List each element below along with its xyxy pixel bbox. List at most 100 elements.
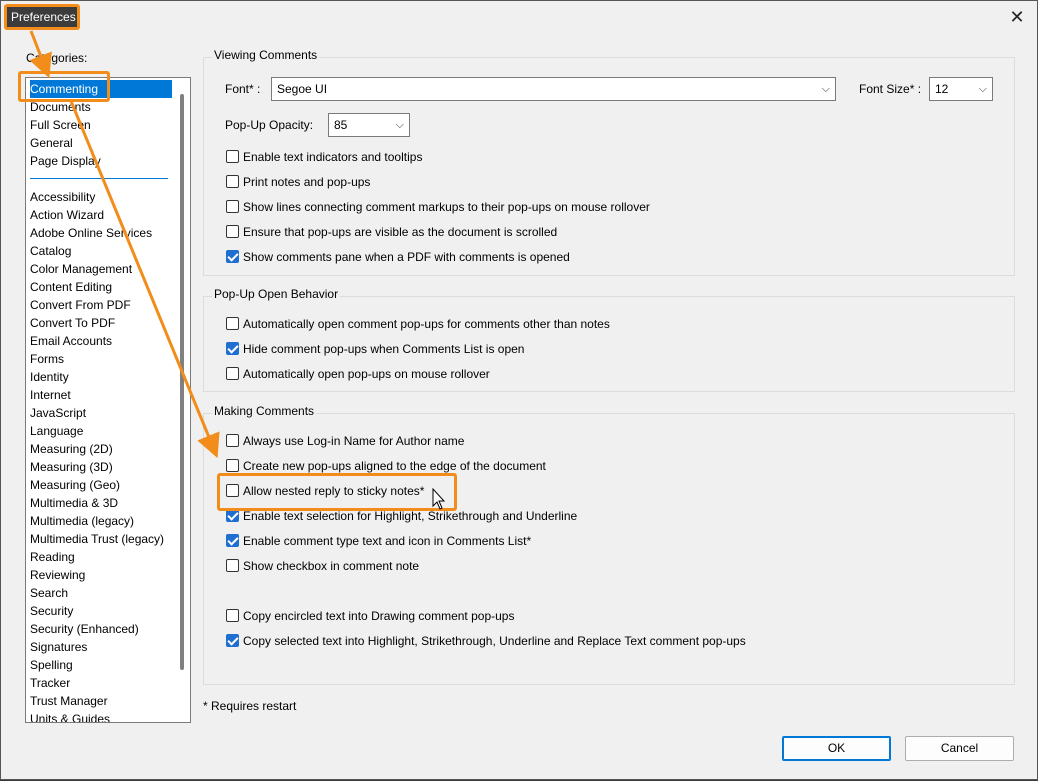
categories-scrollbar[interactable] [180, 94, 184, 670]
opacity-select[interactable]: 85 ⌵ [328, 113, 410, 137]
category-item[interactable]: General [30, 134, 73, 152]
ok-button[interactable]: OK [782, 736, 891, 761]
category-item[interactable]: Convert To PDF [30, 314, 115, 332]
category-item[interactable]: Internet [30, 386, 71, 404]
checkbox-option[interactable]: Show lines connecting comment markups to… [226, 199, 650, 215]
checkbox-option[interactable]: Show comments pane when a PDF with comme… [226, 249, 570, 265]
category-item[interactable]: Email Accounts [30, 332, 112, 350]
category-item[interactable]: Reading [30, 548, 75, 566]
checkbox[interactable] [226, 200, 239, 213]
checkbox[interactable] [226, 250, 239, 263]
checkbox-option[interactable]: Hide comment pop-ups when Comments List … [226, 341, 524, 357]
checkbox[interactable] [226, 367, 239, 380]
opacity-label: Pop-Up Opacity: [225, 118, 314, 132]
checkbox[interactable] [226, 225, 239, 238]
category-item[interactable]: Page Display [30, 152, 101, 170]
checkbox-label: Print notes and pop-ups [243, 175, 371, 189]
font-label: Font* : [225, 82, 261, 96]
cancel-button[interactable]: Cancel [905, 736, 1014, 761]
category-item[interactable]: Security (Enhanced) [30, 620, 139, 638]
category-item[interactable]: Convert From PDF [30, 296, 131, 314]
font-size-select[interactable]: 12 ⌵ [929, 77, 993, 101]
checkbox-label: Show comments pane when a PDF with comme… [243, 250, 570, 264]
checkbox[interactable] [226, 534, 239, 547]
category-item[interactable]: Reviewing [30, 566, 85, 584]
category-item[interactable]: Identity [30, 368, 69, 386]
viewing-comments-title: Viewing Comments [212, 48, 320, 62]
category-item[interactable]: Adobe Online Services [30, 224, 152, 242]
category-item[interactable]: Multimedia (legacy) [30, 512, 134, 530]
category-item[interactable]: Signatures [30, 638, 87, 656]
checkbox-label: Enable text indicators and tooltips [243, 150, 423, 164]
checkbox-option[interactable]: Automatically open pop-ups on mouse roll… [226, 366, 490, 382]
category-item[interactable]: Multimedia Trust (legacy) [30, 530, 164, 548]
checkbox[interactable] [226, 609, 239, 622]
making-comments-group: Making Comments Always use Log-in Name f… [203, 404, 1015, 685]
checkbox-option[interactable]: Print notes and pop-ups [226, 174, 370, 190]
checkbox-option[interactable]: Copy encircled text into Drawing comment… [226, 608, 514, 624]
category-item[interactable]: Catalog [30, 242, 71, 260]
checkbox-option[interactable]: Show checkbox in comment note [226, 558, 419, 574]
category-item[interactable]: Spelling [30, 656, 73, 674]
categories-divider [30, 178, 168, 179]
checkbox-option[interactable]: Create new pop-ups aligned to the edge o… [226, 458, 546, 474]
chevron-down-icon: ⌵ [395, 119, 404, 131]
category-item[interactable]: Multimedia & 3D [30, 494, 118, 512]
chevron-down-icon: ⌵ [978, 83, 987, 95]
popup-behavior-title: Pop-Up Open Behavior [212, 287, 341, 301]
window-title: Preferences [11, 10, 76, 24]
category-item[interactable]: Search [30, 584, 68, 602]
checkbox[interactable] [226, 342, 239, 355]
checkbox-label: Automatically open comment pop-ups for c… [243, 317, 610, 331]
checkbox-label: Show lines connecting comment markups to… [243, 200, 650, 214]
category-item[interactable]: Color Management [30, 260, 132, 278]
checkbox-label: Enable text selection for Highlight, Str… [243, 509, 578, 523]
category-item[interactable]: Units & Guides [30, 710, 110, 722]
checkbox-label: Enable comment type text and icon in Com… [243, 534, 532, 548]
checkbox-option[interactable]: Always use Log-in Name for Author name [226, 433, 464, 449]
making-comments-title: Making Comments [212, 404, 317, 418]
checkbox[interactable] [226, 559, 239, 572]
category-item[interactable]: Measuring (2D) [30, 440, 113, 458]
checkbox-label: Copy selected text into Highlight, Strik… [243, 634, 746, 648]
categories-label: Categories: [26, 51, 88, 65]
categories-list[interactable]: Commenting Documents Full Screen General Pag… [25, 77, 191, 723]
opacity-value: 85 [334, 118, 348, 132]
checkbox-option[interactable]: Copy selected text into Highlight, Strik… [226, 633, 746, 649]
category-item[interactable]: Accessibility [30, 188, 95, 206]
category-item[interactable]: Action Wizard [30, 206, 104, 224]
title-bar: Preferences ✕ [1, 1, 1037, 33]
checkbox[interactable] [226, 459, 239, 472]
font-size-value: 12 [935, 82, 949, 96]
checkbox[interactable] [226, 317, 239, 330]
checkbox-label: Always use Log-in Name for Author name [243, 434, 465, 448]
category-item[interactable]: JavaScript [30, 404, 86, 422]
checkbox[interactable] [226, 150, 239, 163]
checkbox-option[interactable]: Enable comment type text and icon in Com… [226, 533, 531, 549]
font-value: Segoe UI [277, 82, 328, 96]
category-item[interactable]: Trust Manager [30, 692, 108, 710]
viewing-comments-group: Viewing Comments Font* : Segoe UI ⌵ Font… [203, 48, 1015, 276]
category-item[interactable]: Language [30, 422, 83, 440]
preferences-dialog: Preferences ✕ Categories: Commenting Docu… [0, 0, 1038, 780]
requires-restart-note: * Requires restart [203, 699, 297, 713]
checkbox-option[interactable]: Enable text indicators and tooltips [226, 149, 422, 165]
checkbox[interactable] [226, 175, 239, 188]
category-item[interactable]: Security [30, 602, 73, 620]
category-item[interactable]: Forms [30, 350, 64, 368]
category-item[interactable]: Tracker [30, 674, 70, 692]
font-select[interactable]: Segoe UI ⌵ [271, 77, 836, 101]
checkbox[interactable] [226, 434, 239, 447]
popup-behavior-group: Pop-Up Open Behavior Automatically open … [203, 287, 1015, 392]
category-item[interactable]: Measuring (3D) [30, 458, 113, 476]
checkbox-option[interactable]: Automatically open comment pop-ups for c… [226, 316, 610, 332]
category-item[interactable]: Measuring (Geo) [30, 476, 120, 494]
close-icon[interactable]: ✕ [1005, 6, 1029, 28]
checkbox-option[interactable]: Ensure that pop-ups are visible as the d… [226, 224, 557, 240]
category-item[interactable]: Full Screen [30, 116, 91, 134]
commenting-highlight-box [18, 71, 110, 102]
checkbox[interactable] [226, 634, 239, 647]
checkbox-label: Show checkbox in comment note [243, 559, 420, 573]
checkbox-label: Hide comment pop-ups when Comments List … [243, 342, 525, 356]
category-item[interactable]: Content Editing [30, 278, 112, 296]
